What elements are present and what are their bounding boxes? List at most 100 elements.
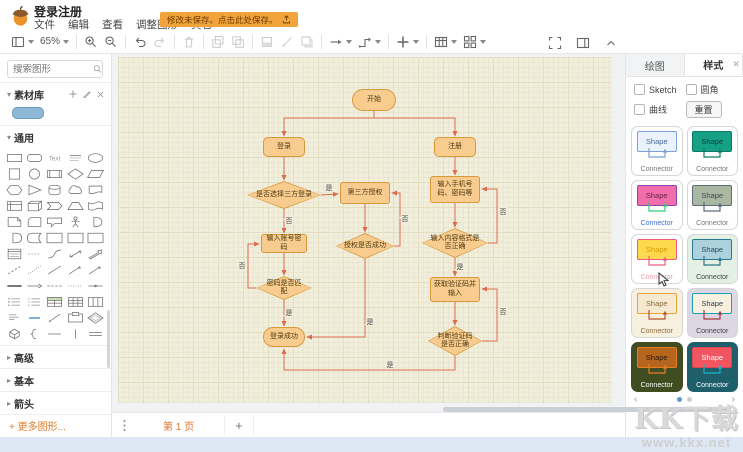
style-preset-4[interactable]: ShapeConnector <box>687 180 739 230</box>
shape-horizontal-line[interactable] <box>45 326 64 341</box>
style-preset-1[interactable]: ShapeConnector <box>631 126 683 176</box>
zoom-level-button[interactable]: 65% <box>37 34 72 49</box>
curved-checkbox[interactable]: 曲线 <box>634 101 686 118</box>
format-panel-button[interactable] <box>573 34 593 52</box>
zoom-in-button[interactable] <box>81 33 101 51</box>
fullscreen-button[interactable] <box>545 34 565 52</box>
insert-button[interactable] <box>393 33 422 51</box>
waypoints-button[interactable] <box>355 33 384 51</box>
shape-cylinder[interactable] <box>45 182 64 197</box>
shape-vertical-line[interactable] <box>66 326 85 341</box>
shape-dotted-line[interactable] <box>25 262 44 277</box>
shape-diamond-outline[interactable] <box>86 310 105 325</box>
shape-directional-edge[interactable] <box>86 262 105 277</box>
undo-button[interactable] <box>130 33 150 51</box>
flow-node-inputAcct[interactable]: 输入账号密码 <box>261 234 307 253</box>
flow-node-authOk[interactable]: 授权是否成功 <box>336 233 394 259</box>
rounded-checkbox[interactable]: 圆角 <box>686 83 738 96</box>
shape-dotted-edge[interactable] <box>66 278 85 293</box>
flow-node-register[interactable]: 注册 <box>434 137 476 157</box>
shape-callout[interactable] <box>45 214 64 229</box>
shape-search-box[interactable] <box>7 60 103 78</box>
panel-close-icon[interactable]: ✕ <box>732 59 740 70</box>
shape-hexagon[interactable] <box>5 182 24 197</box>
shape-text[interactable]: Text <box>45 150 64 165</box>
shape-pencil-line[interactable] <box>45 310 64 325</box>
section-basic[interactable]: ▸ 基本 <box>0 368 111 391</box>
style-preset-2[interactable]: ShapeConnector <box>687 126 739 176</box>
shape-actor[interactable] <box>66 214 85 229</box>
shape-curly-brace[interactable] <box>25 326 44 341</box>
shape-list[interactable] <box>5 246 24 261</box>
shape-step[interactable] <box>45 198 64 213</box>
section-advanced[interactable]: ▸ 高级 <box>0 345 111 368</box>
shape-trapezoid[interactable] <box>66 198 85 213</box>
shape-line[interactable] <box>45 262 64 277</box>
shape-dashed-edge[interactable] <box>45 278 64 293</box>
reset-button[interactable]: 重置 <box>686 101 722 118</box>
shape-curve[interactable] <box>45 246 64 261</box>
connection-button[interactable] <box>326 33 355 51</box>
layout-button[interactable] <box>460 33 489 51</box>
table-button[interactable] <box>431 33 460 51</box>
flow-node-login[interactable]: 登录 <box>263 137 305 157</box>
canvas-area[interactable]: 是否否是否是否是否是 开始登录注册是否选择三方登录第三方授权输入手机号码、密码等… <box>112 54 625 412</box>
shape-unordered-list[interactable] <box>5 294 24 309</box>
flow-node-codeOk[interactable]: 判断验证码是否正确 <box>428 326 482 356</box>
pages-menu-icon[interactable] <box>122 419 127 432</box>
shape-parallelogram[interactable] <box>86 166 105 181</box>
shape-and[interactable] <box>5 230 24 245</box>
library-custom-shape[interactable] <box>12 107 44 119</box>
shape-square[interactable] <box>5 166 24 181</box>
shape-arrow[interactable] <box>86 246 105 261</box>
flow-node-loginOk[interactable]: 登录成功 <box>263 327 305 347</box>
shape-arrow-simple[interactable] <box>25 278 44 293</box>
shape-container[interactable] <box>66 230 85 245</box>
shape-labeled-edge[interactable] <box>86 278 105 293</box>
shape-container[interactable] <box>45 230 64 245</box>
flow-node-fmtOk[interactable]: 输入内容格式是否正确 <box>422 228 488 258</box>
shape-rounded-rectangle[interactable] <box>25 150 44 165</box>
shape-cube[interactable] <box>25 198 44 213</box>
shape-ellipse[interactable] <box>86 150 105 165</box>
shape-list-small[interactable] <box>5 310 24 325</box>
flow-node-getCode[interactable]: 获取验证码并输入 <box>430 277 480 302</box>
section-arrows[interactable]: ▸ 箭头 <box>0 391 111 414</box>
shape-dashed-line[interactable] <box>5 262 24 277</box>
shape-internal-storage[interactable] <box>5 198 24 213</box>
shape-cube-3d[interactable] <box>5 326 24 341</box>
unsaved-changes-banner[interactable]: 修改未保存。点击此处保存。 <box>160 12 298 27</box>
section-general[interactable]: ▾ 通用 <box>0 125 111 148</box>
page-tab-1[interactable]: 第 1 页 <box>149 415 208 436</box>
shape-data-storage[interactable] <box>25 230 44 245</box>
tab-diagram[interactable]: 绘图 <box>626 54 685 76</box>
library-edit-icon[interactable] <box>83 90 91 98</box>
sketch-checkbox[interactable]: Sketch <box>634 83 686 96</box>
shape-table-plain[interactable] <box>66 294 85 309</box>
shape-table-columns[interactable] <box>86 294 105 309</box>
shape-double-line[interactable] <box>86 326 105 341</box>
pager-dot[interactable] <box>687 397 692 402</box>
pager-prev-icon[interactable]: ‹ <box>634 394 637 405</box>
style-preset-8[interactable]: ShapeConnector <box>687 288 739 338</box>
style-preset-5[interactable]: ShapeConnector <box>631 234 683 284</box>
shape-divider[interactable] <box>25 246 44 261</box>
flow-node-auth3rd[interactable]: 第三方授权 <box>340 182 390 204</box>
collapse-button[interactable] <box>601 34 621 52</box>
pager-next-icon[interactable]: › <box>732 394 735 405</box>
section-library[interactable]: ▾ 素材库 <box>0 82 111 105</box>
drawing-page[interactable]: 是否否是否是否是否是 开始登录注册是否选择三方登录第三方授权输入手机号码、密码等… <box>118 57 612 403</box>
style-preset-7[interactable]: ShapeConnector <box>631 288 683 338</box>
shape-table-green[interactable] <box>45 294 64 309</box>
flow-node-pwdMatch[interactable]: 密码是否匹配 <box>256 276 312 300</box>
flow-node-choose3rd[interactable]: 是否选择三方登录 <box>247 181 321 209</box>
shape-rectangle[interactable] <box>5 150 24 165</box>
shape-container[interactable] <box>86 230 105 245</box>
view-panel-button[interactable] <box>8 33 37 51</box>
flow-node-start[interactable]: 开始 <box>352 89 396 111</box>
shape-or[interactable] <box>86 214 105 229</box>
shape-card[interactable] <box>25 214 44 229</box>
style-preset-9[interactable]: ShapeConnector <box>631 342 683 392</box>
search-input[interactable] <box>8 64 91 75</box>
sidebar-scrollbar[interactable] <box>107 310 110 368</box>
